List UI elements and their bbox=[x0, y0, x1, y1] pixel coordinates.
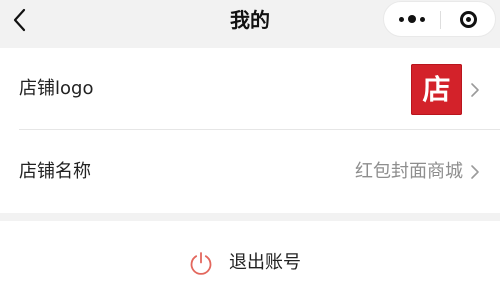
store-logo-label: 店铺logo bbox=[19, 78, 94, 99]
chevron-right-icon bbox=[470, 82, 480, 98]
more-button[interactable] bbox=[384, 2, 440, 36]
more-dots-icon bbox=[399, 16, 404, 22]
mini-program-capsule bbox=[383, 1, 496, 37]
power-icon bbox=[188, 250, 214, 276]
store-name-row[interactable]: 店铺名称 红包封面商城 bbox=[0, 130, 500, 213]
store-settings-list: 店铺logo 店 店铺名称 红包封面商城 bbox=[0, 48, 500, 213]
target-circle-icon bbox=[460, 10, 477, 28]
chevron-right-icon bbox=[470, 164, 480, 180]
close-mini-program-button[interactable] bbox=[441, 2, 496, 36]
store-logo-row[interactable]: 店铺logo 店 bbox=[0, 48, 500, 130]
logout-label: 退出账号 bbox=[229, 252, 301, 273]
more-dots-icon-end bbox=[420, 16, 425, 22]
logout-button[interactable]: 退出账号 bbox=[0, 221, 500, 301]
store-logo-text: 店 bbox=[422, 72, 451, 106]
navigation-bar: 我的 bbox=[0, 0, 500, 48]
more-dots-icon-center bbox=[408, 15, 416, 23]
store-name-value: 红包封面商城 bbox=[355, 161, 463, 182]
store-logo-image: 店 bbox=[411, 64, 462, 115]
logout-content: 退出账号 bbox=[188, 250, 301, 276]
store-name-label: 店铺名称 bbox=[19, 161, 91, 182]
